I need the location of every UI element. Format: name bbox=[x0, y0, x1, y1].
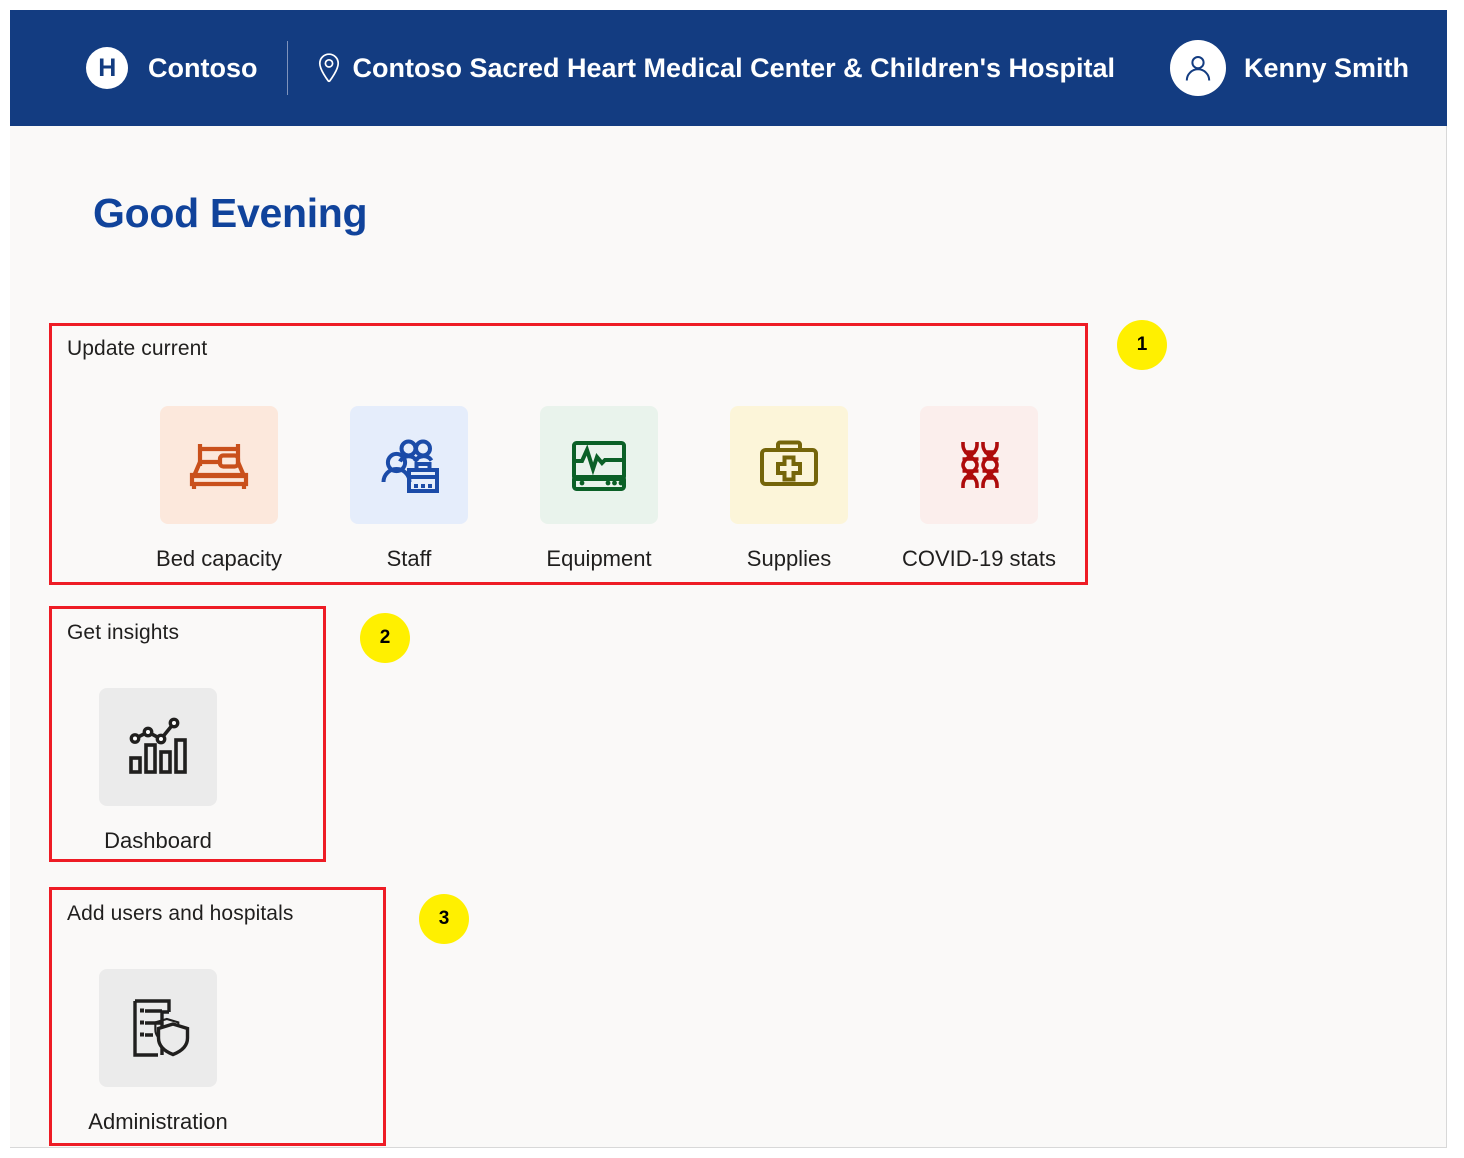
section-title-get-insights: Get insights bbox=[67, 621, 180, 644]
app-window: H Contoso Contoso Sacred Heart Medical C… bbox=[10, 10, 1447, 1148]
document-shield-icon bbox=[99, 969, 217, 1087]
user-avatar-icon bbox=[1169, 40, 1226, 96]
tile-label: Bed capacity bbox=[156, 546, 282, 571]
tile-label: Supplies bbox=[746, 546, 832, 571]
tile-bed-capacity[interactable]: Bed capacity bbox=[124, 406, 314, 572]
section-title-update-current: Update current bbox=[67, 337, 208, 360]
bed-icon bbox=[160, 406, 278, 524]
brand-name: Contoso bbox=[148, 52, 258, 83]
section-title-add-users-and-hospitals: Add users and hospitals bbox=[67, 902, 294, 925]
first-aid-kit-icon bbox=[730, 406, 848, 524]
logo-letter: H bbox=[98, 53, 116, 82]
site-name: Contoso Sacred Heart Medical Center & Ch… bbox=[352, 52, 1116, 83]
tile-administration[interactable]: Administration bbox=[63, 969, 253, 1135]
vitals-monitor-icon bbox=[540, 406, 658, 524]
site-selector[interactable]: Contoso Sacred Heart Medical Center & Ch… bbox=[316, 52, 1115, 84]
header-divider bbox=[287, 41, 289, 95]
tile-label: Dashboard bbox=[104, 828, 212, 853]
dna-helix-icon bbox=[920, 406, 1038, 524]
tile-label: COVID-19 stats bbox=[901, 546, 1057, 571]
tile-supplies[interactable]: Supplies bbox=[694, 406, 884, 572]
annotation-badge-2: 2 bbox=[360, 613, 410, 663]
tile-staff[interactable]: Staff bbox=[314, 406, 504, 572]
location-pin-icon bbox=[319, 53, 340, 83]
people-briefcase-icon bbox=[350, 406, 468, 524]
page-title: Good Evening bbox=[93, 190, 368, 236]
tile-group-administration: Administration bbox=[63, 969, 253, 1135]
tile-label: Staff bbox=[386, 546, 432, 571]
app-header: H Contoso Contoso Sacred Heart Medical C… bbox=[10, 10, 1447, 126]
tile-dashboard[interactable]: Dashboard bbox=[63, 688, 253, 854]
tile-equipment[interactable]: Equipment bbox=[504, 406, 694, 572]
hospital-h-logo-icon: H bbox=[86, 47, 128, 89]
tile-group-get-insights: Dashboard bbox=[63, 688, 253, 854]
brand[interactable]: H Contoso bbox=[86, 47, 257, 89]
tile-covid-19-stats[interactable]: COVID-19 stats bbox=[884, 406, 1074, 572]
user-menu[interactable]: Kenny Smith bbox=[1169, 40, 1409, 96]
bar-chart-trend-icon bbox=[99, 688, 217, 806]
tile-label: Equipment bbox=[546, 546, 652, 571]
user-name: Kenny Smith bbox=[1243, 52, 1409, 83]
tile-group-update-current: Bed capacity Staff Equipment Supplies CO… bbox=[124, 406, 1074, 572]
annotation-badge-1: 1 bbox=[1117, 320, 1167, 370]
tile-label: Administration bbox=[88, 1109, 228, 1134]
annotation-badge-3: 3 bbox=[419, 894, 469, 944]
